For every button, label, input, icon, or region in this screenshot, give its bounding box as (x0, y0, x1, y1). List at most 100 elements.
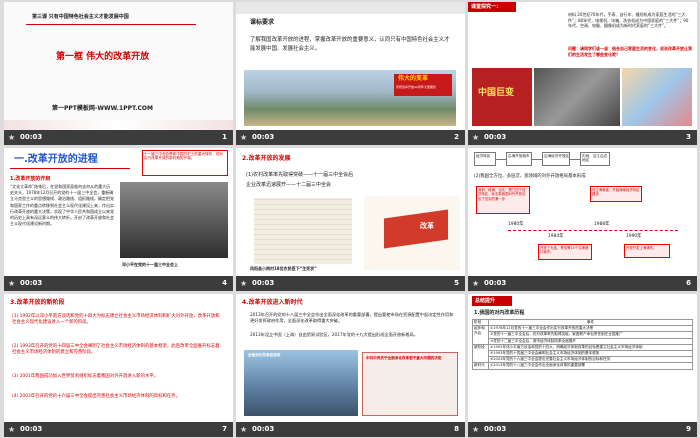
reform-cartoon: 改革 (364, 196, 460, 270)
deng-xiaoping-photo (120, 182, 228, 258)
slide-thumbnail-8[interactable]: 4.改革开放进入新时代 2013年召开的党的十八届三中全会作出全面深化改革的重要… (236, 294, 465, 437)
line-1: (1)农村改革率先取得突破——十一届三中全会后 (246, 172, 354, 178)
slide-2-status-bar: ★ 00:03 2 (236, 130, 465, 145)
pattern-line: (2)我国全方位、多层次、宽领域的对外开放格局基本形成 (474, 174, 586, 179)
slide-thumbnail-7[interactable]: 3.改革开放的新阶段 (1) 1992年以邓小平南方谈话和党的十四大为标志建立社… (4, 294, 233, 437)
slide-8-canvas: 4.改革开放进入新时代 2013年召开的党的十八届三中全会作出全面深化改革的重要… (236, 294, 465, 422)
slide-1-status-bar: ★ 00:03 1 (4, 130, 233, 145)
newspaper-photo (362, 352, 458, 416)
slide-thumbnail-1[interactable]: 第三课 只有中国特色社会主义才能发展中国 第一框 伟大的改革开放 第一PPT模板… (4, 2, 233, 145)
slide-3-canvas: 课堂探究一： 材料 20世纪70年代，手表、自行车、缝纫机成为家庭生活的“三大件… (468, 2, 697, 130)
tag-label: 课堂探究一： (471, 4, 502, 10)
contract-document-photo (254, 198, 352, 264)
slide-6-canvas: 经济特区 沿海开放城市 沿海经济开放区 内地，沿江沿边地区 (2)我国全方位、多… (468, 148, 697, 276)
slide-thumbnail-6[interactable]: 经济特区 沿海开放城市 沿海经济开放区 内地，沿江沿边地区 (2)我国全方位、多… (468, 148, 697, 291)
flow-label-2: 沿海开放城市 (508, 154, 530, 158)
flow-label-4: 内地，沿江沿边地区 (582, 154, 608, 163)
slide-number: 6 (686, 279, 691, 287)
shanghai-skyline-photo (244, 350, 358, 416)
cartoon-illustration (622, 68, 692, 126)
slide-4-status-bar: ★ 00:03 4 (4, 276, 233, 291)
paragraph-2: (2) 1993年召开的党的十四届三中全会阐明了社会主义市场经济体制的基本框架，… (12, 344, 220, 356)
timing-label: 00:03 (252, 279, 275, 287)
flow-label-3: 沿海经济开放区 (544, 154, 570, 158)
slide-thumbnail-2[interactable]: 课标要求 了解我国改革开放的进程，掌握改革开放的重要意义，认同只有中国特色社会主… (236, 2, 465, 145)
slide-number: 2 (454, 133, 459, 141)
timing-label: 00:03 (20, 425, 43, 433)
body-text: 了解我国改革开放的进程，掌握改革开放的重要意义，认同只有中国特色社会主义才能发展… (250, 37, 450, 52)
section-heading: 一.改革开放的进程 (14, 154, 98, 165)
slide-5-status-bar: ★ 00:03 5 (236, 276, 465, 291)
subheading: 1.改革开放的开启 (10, 176, 51, 182)
table-row: ⑦2013年党的十八届三中全会作出全面深化改革的重要部署 (488, 362, 693, 370)
summary-title: 总结提升 (475, 298, 496, 304)
paragraph-2: 2013年设立中国（上海）自由贸易试验区，2017年党的十九大提出形成全面开放新… (250, 332, 418, 337)
flow-arrow-3 (570, 159, 580, 160)
reform-sign-text: 改革 (420, 222, 434, 230)
flow-arrow-1 (496, 159, 506, 160)
paragraph-4: (4) 2003年召开的党的十六届三中全会提出完善社会主义市场经济体制的目标和任… (12, 394, 181, 399)
timing-label: 00:03 (252, 133, 275, 141)
slide-9-canvas: 总结提升 1.我国的对内改革历程 阶段 事件 起步和开启 ①1978年12月党的… (468, 294, 697, 422)
animation-star-icon: ★ (240, 133, 248, 142)
newspaper-headline: 中共中央关于全面深化改革若干重大问题的决定 (366, 356, 442, 360)
animation-star-icon: ★ (472, 279, 480, 288)
paragraph-1: (1) 1992年以邓小平南方谈话和党的十四大为标志建立社会主义市场经济体制和扩… (12, 314, 220, 326)
subheading: 2.改革开放的发展 (242, 155, 291, 162)
flow-arrow-2 (532, 159, 542, 160)
slide-8-status-bar: ★ 00:03 8 (236, 422, 465, 437)
timing-label: 00:03 (484, 279, 507, 287)
china-change-poster: 中国巨变 (472, 68, 532, 126)
slide-number: 3 (686, 133, 691, 141)
slide-number: 8 (454, 425, 459, 433)
subheading: 4.改革开放进入新时代 (242, 299, 303, 306)
slide-3-status-bar: ★ 00:03 3 (468, 130, 697, 145)
slide-5-canvas: 2.改革开放的发展 (1)农村改革率先取得突破——十一届三中全会后 企业改革迅速… (236, 148, 465, 276)
slide-1-canvas: 第三课 只有中国特色社会主义才能发展中国 第一框 伟大的改革开放 第一PPT模板… (4, 2, 233, 130)
brand-text: 第一PPT模板网-WWW.1PPT.COM (52, 105, 153, 112)
slide-thumbnail-5[interactable]: 2.改革开放的发展 (1)农村改革率先取得突破——十一届三中全会后 企业改革迅速… (236, 148, 465, 291)
slide-thumbnail-4[interactable]: 一.改革开放的进程 十一届三中全会是新中国历史上的重大转折，成为实行改革开放的新… (4, 148, 233, 291)
reform-table: 阶段 事件 起步和开启 ①1978年12月党的十一届三中全会作出实行改革开放的重… (472, 318, 693, 370)
photo-caption: 凤阳县小岗村18位农民签下“生死状” (250, 266, 317, 271)
slide-6-status-bar: ★ 00:03 6 (468, 276, 697, 291)
slide-7-canvas: 3.改革开放的新阶段 (1) 1992年以邓小平南方谈话和党的十四大为标志建立社… (4, 294, 233, 422)
table-stage: 起步和开启 (472, 325, 489, 345)
timeline-axis (508, 230, 678, 231)
summary-subheading: 1.我国的对内改革历程 (474, 310, 525, 316)
slide-9-status-bar: ★ 00:03 9 (468, 422, 697, 437)
city-exhibition-photo: 伟大的变革 庆祝改革开放40周年大型展览 (244, 70, 456, 126)
timing-label: 00:03 (20, 133, 43, 141)
slide-4-canvas: 一.改革开放的进程 十一届三中全会是新中国历史上的重大转折，成为实行改革开放的新… (4, 148, 233, 276)
slide-sorter-grid: 第三课 只有中国特色社会主义才能发展中国 第一框 伟大的改革开放 第一PPT模板… (0, 0, 700, 438)
pudong-text: 开放开发上海浦东。 (626, 246, 657, 250)
timing-label: 00:03 (484, 133, 507, 141)
animation-star-icon: ★ (8, 279, 16, 288)
body-text: “文化大革命”结束后，在党和国家面临何去何从的重大历史关头，1978年12月召开… (10, 184, 114, 227)
table-stage: 新阶段 (472, 343, 489, 364)
historical-photo (534, 68, 620, 126)
year-1980: 1980年 (508, 222, 524, 227)
animation-star-icon: ★ (240, 279, 248, 288)
slide-number: 4 (222, 279, 227, 287)
animation-star-icon: ★ (8, 425, 16, 434)
animation-star-icon: ★ (472, 425, 480, 434)
year-1984: 1984年 (548, 234, 564, 239)
section-title: 第一框 伟大的改革开放 (56, 52, 150, 62)
note-text: 十一届三中全会是新中国历史上的重大转折，成为实行改革开放的新时期的开端。 (144, 152, 224, 161)
sez-text: 深圳、珠海、汕头、厦门四个经济特区，标志着我国对外开放迈出了坚实的第一步 (478, 188, 526, 201)
timing-label: 00:03 (484, 425, 507, 433)
animation-star-icon: ★ (8, 133, 16, 142)
poster-title: 中国巨变 (478, 88, 515, 98)
slide-thumbnail-9[interactable]: 总结提升 1.我国的对内改革历程 阶段 事件 起步和开启 ①1978年12月党的… (468, 294, 697, 437)
flow-label-1: 经济特区 (476, 154, 491, 158)
animation-star-icon: ★ (240, 425, 248, 434)
slide-thumbnail-3[interactable]: 课堂探究一： 材料 20世纪70年代，手表、自行车、缝纫机成为家庭生活的“三大件… (468, 2, 697, 145)
title-divider (26, 24, 196, 25)
photo-caption: 邓小平在党的十一届三中全会上 (122, 262, 178, 267)
timing-label: 00:03 (20, 279, 43, 287)
reform-sign-red (384, 209, 448, 249)
heading: 课标要求 (250, 19, 275, 26)
heading-underline (10, 168, 130, 169)
banner-title: 伟大的变革 (398, 75, 429, 82)
